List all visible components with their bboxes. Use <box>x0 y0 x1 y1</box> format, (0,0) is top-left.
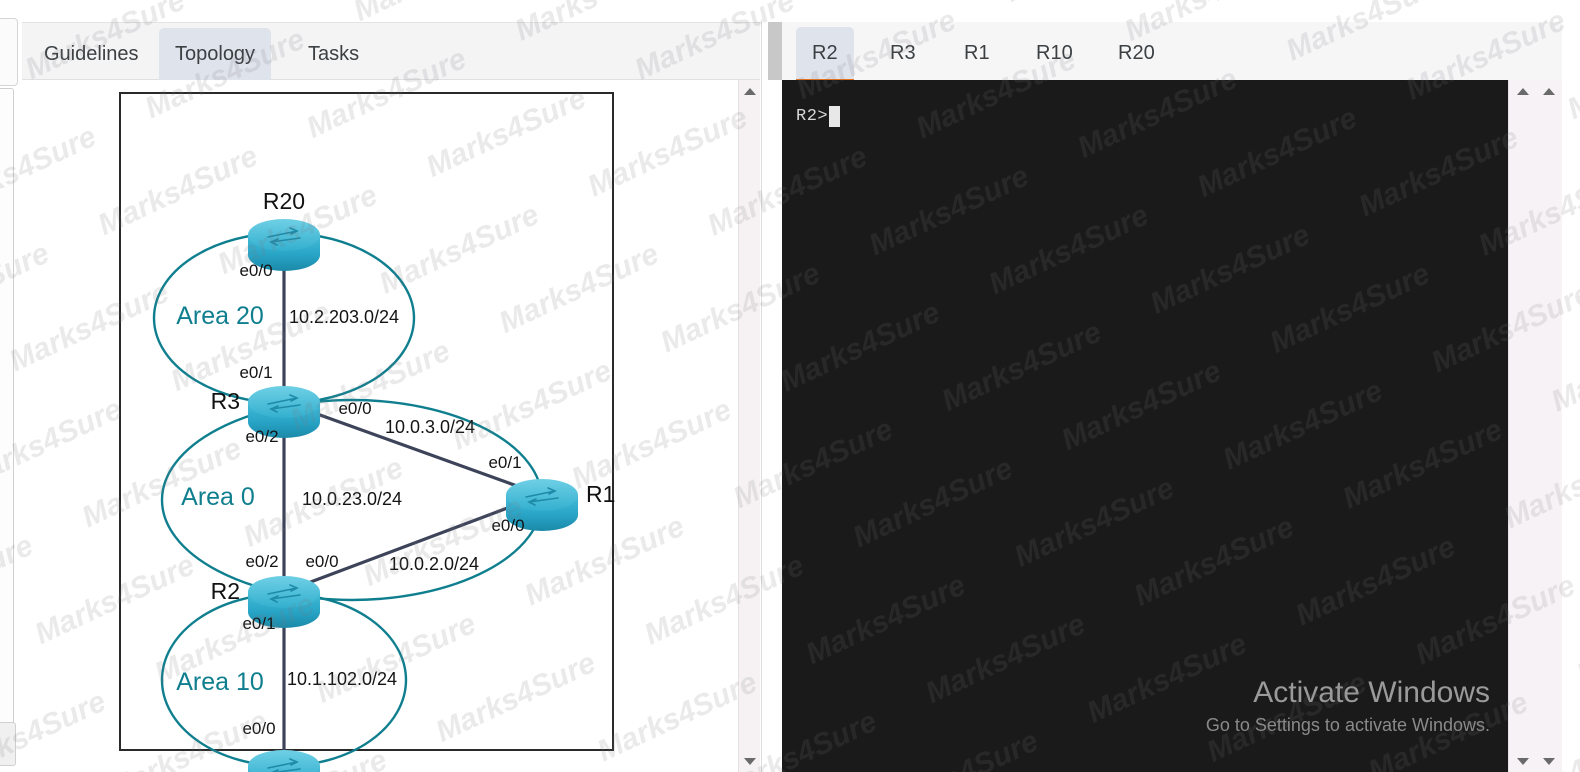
interface-label: e0/0 <box>338 399 371 418</box>
topology-canvas: Area 20Area 0Area 10R20R3R1R2R1010.2.203… <box>22 80 738 772</box>
interface-label: e0/0 <box>242 719 275 738</box>
tab-device-r3[interactable]: R3 <box>874 27 932 79</box>
topology-link <box>282 493 544 594</box>
console-panel: R2 R3 R1 R10 R20 R2> Activate Windows Go… <box>782 0 1580 772</box>
subnet-label: 10.2.203.0/24 <box>289 307 399 327</box>
interface-label: e0/1 <box>488 453 521 472</box>
tab-topology-label: Topology <box>175 42 256 65</box>
router-node[interactable] <box>248 750 320 772</box>
terminal-cursor <box>829 106 841 127</box>
activation-title: Activate Windows <box>1253 676 1490 709</box>
tab-device-r2[interactable]: R2 <box>796 27 854 84</box>
tab-device-r20[interactable]: R20 <box>1102 27 1171 79</box>
collapsed-panel-footer[interactable] <box>0 722 16 766</box>
tab-device-r20-label: R20 <box>1118 41 1155 64</box>
panel-divider <box>760 0 782 772</box>
tab-device-r1-label: R1 <box>964 41 990 64</box>
router-label: R3 <box>211 388 240 414</box>
tab-tasks[interactable]: Tasks <box>292 28 375 80</box>
scroll-down-icon[interactable] <box>1509 752 1536 770</box>
terminal-console[interactable]: R2> Activate Windows Go to Settings to a… <box>782 80 1508 772</box>
collapsed-panel-strip <box>0 88 14 748</box>
tab-device-r3-label: R3 <box>890 41 916 64</box>
subnet-label: 10.0.3.0/24 <box>385 417 475 437</box>
interface-label: e0/1 <box>242 614 275 633</box>
topology-link <box>282 400 544 497</box>
tab-tasks-label: Tasks <box>308 42 360 65</box>
panel-right-filler <box>1562 0 1580 772</box>
tab-device-r10[interactable]: R10 <box>1020 27 1089 79</box>
terminal-prompt-line: R2> <box>796 106 841 127</box>
subnet-label: 10.1.102.0/24 <box>287 669 397 689</box>
tab-guidelines[interactable]: Guidelines <box>28 28 155 80</box>
outer-scrollbar[interactable] <box>1536 80 1562 772</box>
topology-panel: Guidelines Topology Tasks Area 20 Area 0… <box>22 0 760 772</box>
topology-svg: Area 20Area 0Area 10R20R3R1R2R1010.2.203… <box>152 188 615 772</box>
interface-label: e0/0 <box>239 261 272 280</box>
interface-label: e0/2 <box>245 552 278 571</box>
divider-handle[interactable] <box>768 22 782 80</box>
terminal-prompt: R2> <box>796 107 829 126</box>
area-label: Area 20 <box>176 302 264 330</box>
device-tabbar: R2 R3 R1 R10 R20 <box>782 22 1580 84</box>
divider-line <box>761 22 762 772</box>
left-tabbar: Guidelines Topology Tasks <box>22 22 760 85</box>
activation-subtitle: Go to Settings to activate Windows. <box>1205 715 1490 735</box>
collapsed-tab-stub[interactable] <box>0 18 18 86</box>
app-root: Guidelines Topology Tasks Area 20 Area 0… <box>0 0 1580 772</box>
area-label: Area 0 <box>181 483 255 511</box>
router-label: R20 <box>263 188 305 214</box>
area-label: Area 10 <box>176 668 264 696</box>
terminal-scrollbar[interactable] <box>1508 80 1536 772</box>
scroll-up-icon[interactable] <box>1509 82 1536 100</box>
interface-label: e0/2 <box>245 427 278 446</box>
router-nodes <box>248 219 578 772</box>
tab-device-r10-label: R10 <box>1036 41 1073 64</box>
interface-label: e0/1 <box>239 363 272 382</box>
tab-device-r1[interactable]: R1 <box>948 27 1006 79</box>
subnet-label: 10.0.2.0/24 <box>389 554 479 574</box>
scroll-down-icon[interactable] <box>1536 752 1562 770</box>
scroll-up-icon[interactable] <box>739 82 760 100</box>
windows-activation-watermark: Activate Windows Go to Settings to activ… <box>1206 674 1490 738</box>
scroll-up-icon[interactable] <box>1536 82 1562 100</box>
scroll-down-icon[interactable] <box>739 752 760 770</box>
tab-topology[interactable]: Topology <box>159 28 272 85</box>
topology-scrollbar[interactable] <box>738 80 760 772</box>
router-label: R1 <box>586 481 615 507</box>
interface-label: e0/0 <box>305 552 338 571</box>
subnet-label: 10.0.23.0/24 <box>302 489 402 509</box>
tab-guidelines-label: Guidelines <box>44 42 139 65</box>
interface-label: e0/0 <box>491 516 524 535</box>
left-collapsed-panel <box>0 0 22 772</box>
tab-device-r2-label: R2 <box>812 41 838 64</box>
router-label: R2 <box>211 578 240 604</box>
